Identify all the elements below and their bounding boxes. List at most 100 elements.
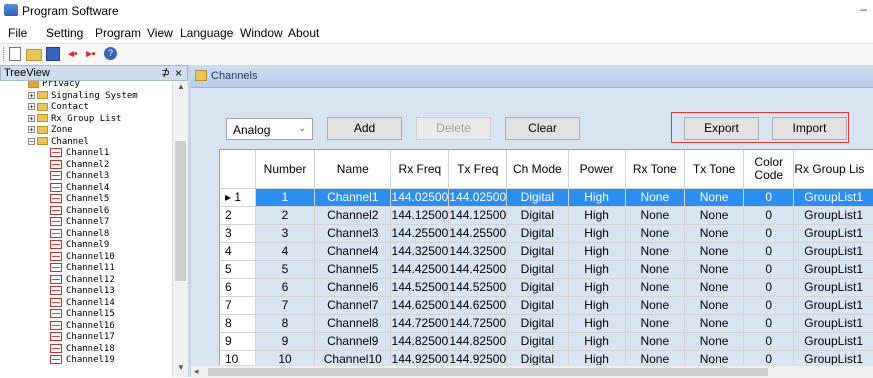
table-cell[interactable]: 144.82500 xyxy=(448,332,508,351)
table-cell[interactable]: Channel8 xyxy=(314,314,392,333)
table-cell[interactable]: None xyxy=(625,206,685,225)
table-cell[interactable]: 144.12500 xyxy=(390,206,450,225)
row-header[interactable]: 8 xyxy=(220,314,256,333)
table-cell[interactable]: 0 xyxy=(743,296,795,315)
expand-icon[interactable]: + xyxy=(28,91,35,99)
table-cell[interactable]: High xyxy=(568,314,626,333)
row-header[interactable]: 9 xyxy=(220,332,256,351)
table-cell[interactable]: Digital xyxy=(506,296,569,315)
tree-item-channel[interactable]: Channel1 xyxy=(50,148,109,158)
table-cell[interactable]: 144.42500 xyxy=(448,260,508,279)
row-header[interactable]: 3 xyxy=(220,224,256,243)
table-row[interactable]: 6 6 Channel6 144.52500 144.52500 Digital High N… xyxy=(220,278,873,297)
minimize-button[interactable]: – xyxy=(860,2,867,16)
table-cell[interactable]: GroupList1 xyxy=(793,188,873,207)
table-cell[interactable]: 144.72500 xyxy=(448,314,508,333)
table-cell[interactable]: Digital xyxy=(506,278,569,297)
write-to-radio-icon[interactable]: ▸▪ xyxy=(84,47,98,61)
table-cell[interactable]: High xyxy=(568,260,626,279)
table-cell[interactable]: GroupList1 xyxy=(793,224,873,243)
table-cell[interactable]: None xyxy=(625,260,685,279)
table-cell[interactable]: None xyxy=(684,206,745,225)
new-icon[interactable] xyxy=(9,47,21,61)
add-button[interactable]: Add xyxy=(327,117,402,140)
row-header[interactable]: 2 xyxy=(220,206,256,225)
table-cell[interactable]: Digital xyxy=(506,260,569,279)
table-row[interactable]: 7 7 Channel7 144.62500 144.62500 Digital High N… xyxy=(220,296,873,315)
mode-select[interactable]: Analog ⌄ xyxy=(226,118,313,140)
menu-window[interactable]: Window xyxy=(240,26,283,40)
tree-item-channel[interactable]: Channel17 xyxy=(50,332,115,342)
table-cell[interactable]: Channel10 xyxy=(314,350,392,366)
tree-item-channel[interactable]: − Channel xyxy=(28,137,89,147)
expand-icon[interactable]: + xyxy=(28,114,35,122)
tree-item-channel[interactable]: Channel7 xyxy=(50,217,109,227)
table-cell[interactable]: GroupList1 xyxy=(793,314,873,333)
table-cell[interactable]: 0 xyxy=(743,206,795,225)
table-row[interactable]: 9 9 Channel9 144.82500 144.82500 Digital High N… xyxy=(220,332,873,351)
table-cell[interactable]: None xyxy=(684,350,745,366)
table-cell[interactable]: High xyxy=(568,242,626,261)
table-cell[interactable]: 144.52500 xyxy=(390,278,450,297)
table-cell[interactable]: None xyxy=(625,314,685,333)
pin-icon[interactable]: ⊅ xyxy=(161,66,170,79)
table-cell[interactable]: 0 xyxy=(743,224,795,243)
table-cell[interactable]: None xyxy=(684,332,745,351)
table-cell[interactable]: 7 xyxy=(255,296,316,315)
column-header[interactable]: Rx Tone xyxy=(625,150,685,189)
table-cell[interactable]: Digital xyxy=(506,242,569,261)
table-row[interactable]: ▸ 1 1 Channel1 144.02500 144.02500 Digital Hig… xyxy=(220,188,873,207)
table-cell[interactable]: 144.92500 xyxy=(448,350,508,366)
tree-item-channel[interactable]: Channel12 xyxy=(50,274,115,285)
table-cell[interactable]: 5 xyxy=(255,260,316,279)
tree-item-channel[interactable]: Channel4 xyxy=(50,182,109,193)
table-cell[interactable]: 0 xyxy=(743,242,795,261)
about-icon[interactable]: ? xyxy=(104,47,117,60)
hscroll-thumb[interactable] xyxy=(208,368,768,376)
tree-item-privacy[interactable]: Privacy xyxy=(28,81,80,89)
table-cell[interactable]: 144.12500 xyxy=(448,206,508,225)
table-cell[interactable]: Digital xyxy=(506,188,569,207)
table-row[interactable]: 2 2 Channel2 144.12500 144.12500 Digital High N… xyxy=(220,206,873,225)
column-header[interactable]: Power xyxy=(568,150,626,189)
read-from-radio-icon[interactable]: ◂▪ xyxy=(66,47,80,61)
table-cell[interactable]: 8 xyxy=(255,314,316,333)
tree-item-channel[interactable]: Channel18 xyxy=(50,343,115,354)
table-cell[interactable]: High xyxy=(568,332,626,351)
table-cell[interactable]: 144.02500 xyxy=(390,188,450,207)
table-cell[interactable]: 144.32500 xyxy=(448,242,508,261)
table-cell[interactable]: 144.32500 xyxy=(390,242,450,261)
table-cell[interactable]: Channel7 xyxy=(314,296,392,315)
column-header[interactable]: Number xyxy=(255,150,316,189)
table-cell[interactable]: Channel6 xyxy=(314,278,392,297)
table-cell[interactable]: Channel3 xyxy=(314,224,392,243)
table-cell[interactable]: None xyxy=(625,188,685,207)
column-header[interactable] xyxy=(220,150,256,189)
table-cell[interactable]: 2 xyxy=(255,206,316,225)
table-cell[interactable]: Digital xyxy=(506,350,569,366)
table-cell[interactable]: GroupList1 xyxy=(793,296,873,315)
table-cell[interactable]: 3 xyxy=(255,224,316,243)
expand-icon[interactable]: + xyxy=(28,103,35,111)
tree-item-rx-group-list[interactable]: + Rx Group List xyxy=(28,114,121,124)
table-cell[interactable]: 1 xyxy=(255,188,316,207)
scroll-down-icon[interactable]: ▼ xyxy=(177,363,185,372)
table-row[interactable]: 10 10 Channel10 144.92500 144.92500 Digital Hi… xyxy=(220,350,873,366)
table-cell[interactable]: 144.72500 xyxy=(390,314,450,333)
save-icon[interactable] xyxy=(46,47,60,61)
table-cell[interactable]: Channel2 xyxy=(314,206,392,225)
collapse-icon[interactable]: − xyxy=(28,137,35,145)
table-cell[interactable]: 144.42500 xyxy=(390,260,450,279)
row-header[interactable]: 5 xyxy=(220,260,256,279)
row-header[interactable]: 6 xyxy=(220,278,256,297)
expand-icon[interactable]: + xyxy=(28,126,35,134)
table-cell[interactable]: Channel4 xyxy=(314,242,392,261)
column-header[interactable]: Name xyxy=(314,150,392,189)
table-cell[interactable]: Digital xyxy=(506,206,569,225)
open-icon[interactable] xyxy=(26,49,42,61)
tree-item-channel[interactable]: Channel11 xyxy=(50,263,115,273)
table-cell[interactable]: None xyxy=(684,278,745,297)
table-cell[interactable]: 0 xyxy=(743,278,795,297)
column-header[interactable]: Rx Freq xyxy=(390,150,450,189)
menu-program[interactable]: Program xyxy=(95,26,141,40)
